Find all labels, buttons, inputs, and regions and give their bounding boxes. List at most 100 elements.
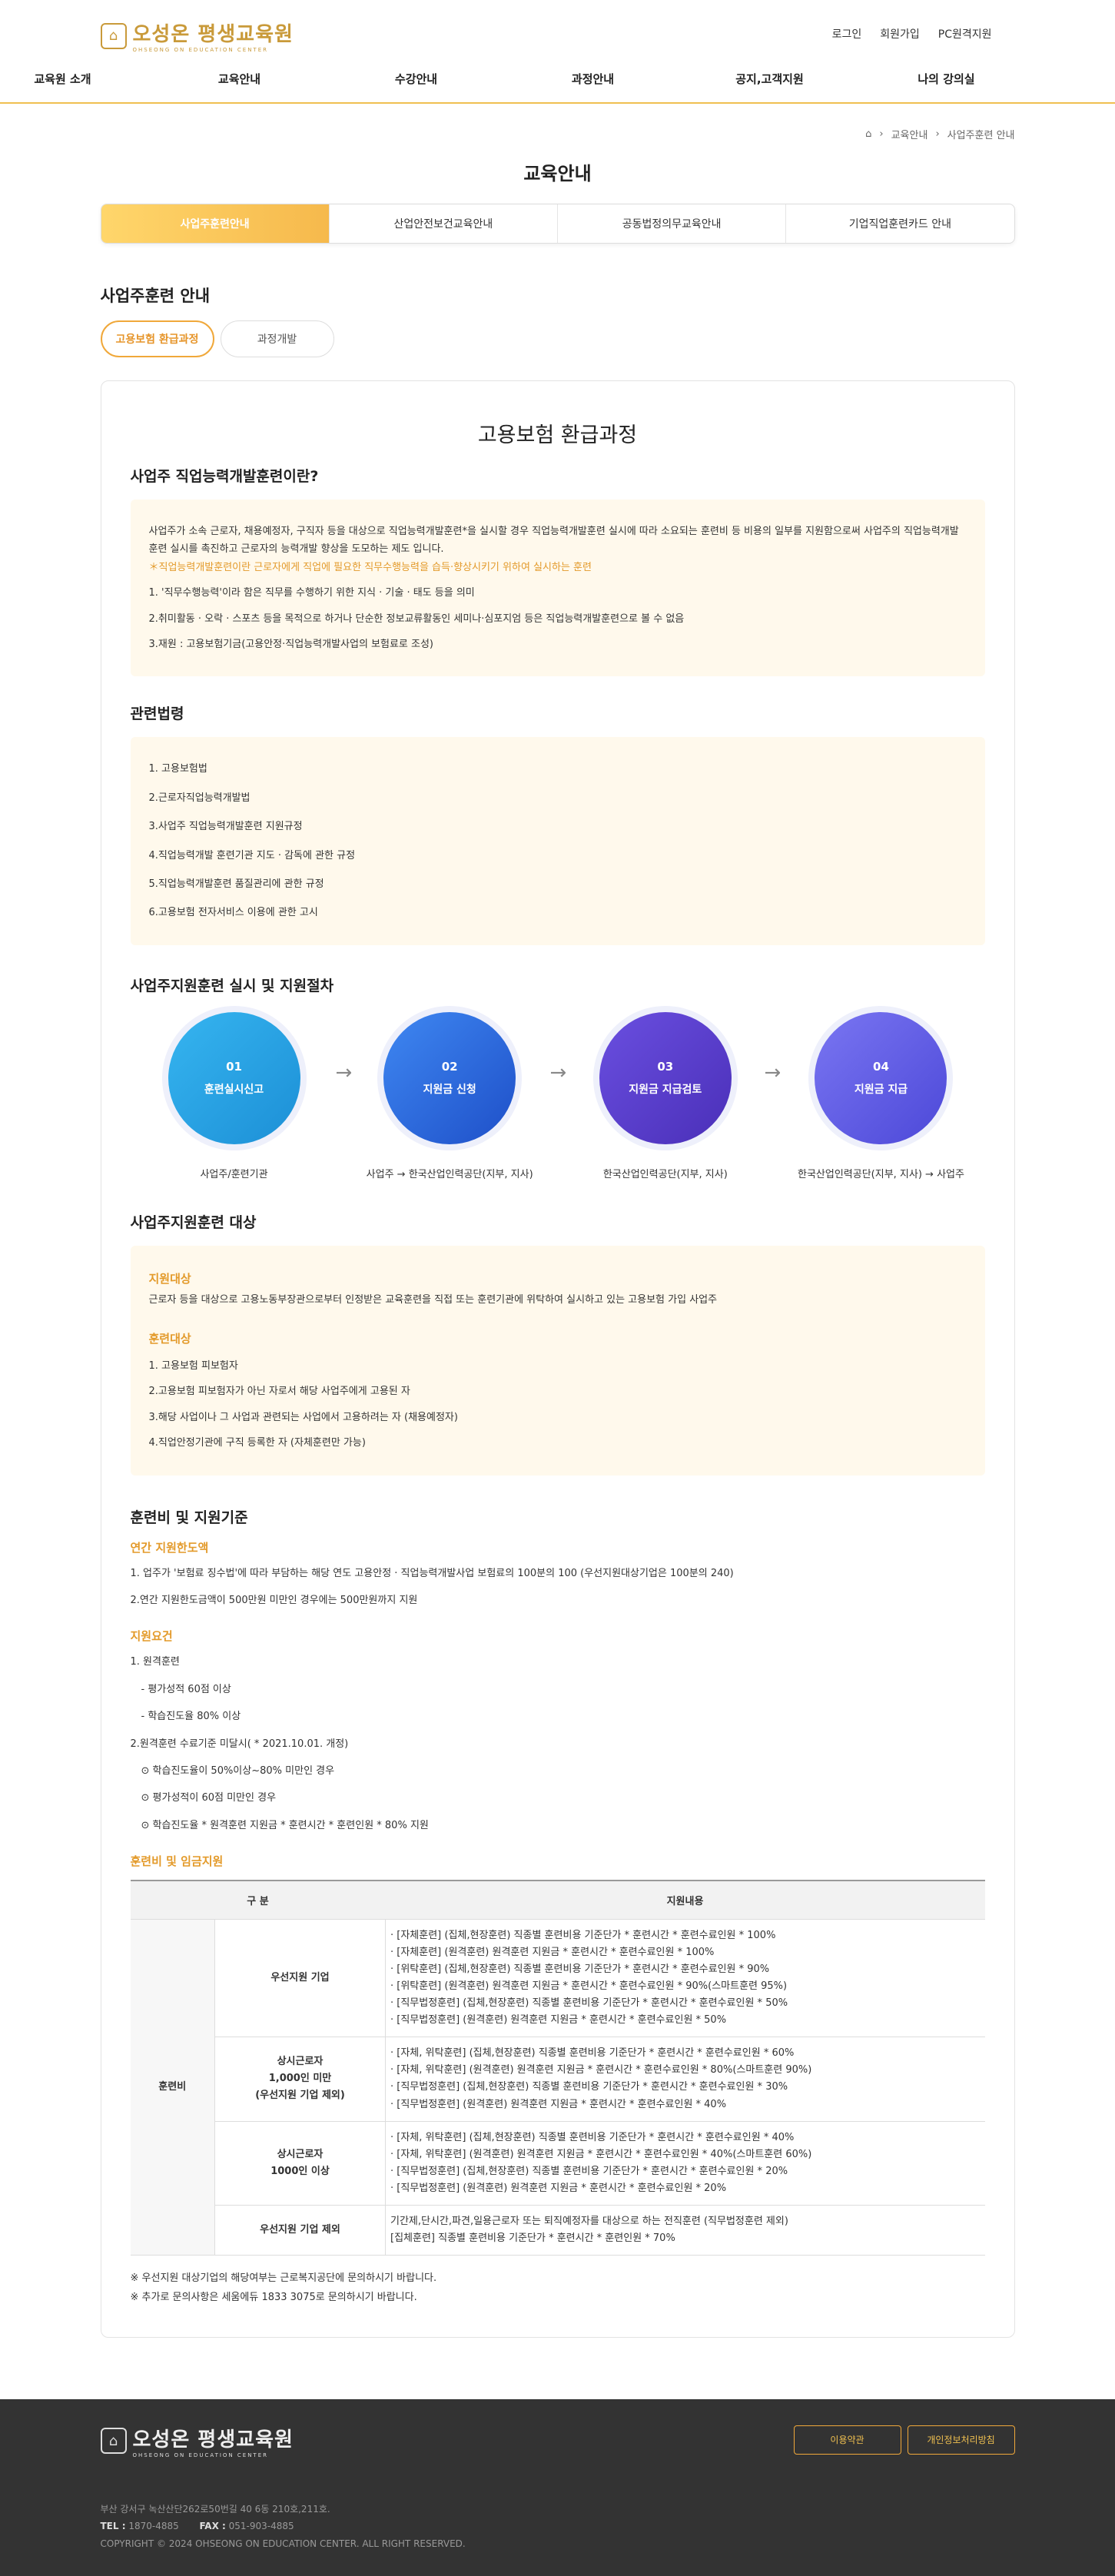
target-title: 사업주지원훈련 대상 <box>130 1213 257 1231</box>
table-group-cell: 훈련비 <box>130 1919 215 2256</box>
logo-emblem-icon: ⌂ <box>100 22 127 49</box>
arrow-right-icon: → <box>764 1061 781 1084</box>
remote-support-link[interactable]: PC원격지원 <box>938 26 992 41</box>
step-label: 지원금 지급 <box>854 1083 908 1096</box>
logo-main-text: 오성온 평생교육원 <box>132 23 294 46</box>
requirement-item: ⊙ 학습진도율이 50%이상~80% 미만인 경우 <box>141 1764 335 1777</box>
fax-label: FAX : <box>199 2521 226 2532</box>
requirement-item: ⊙ 학습진도율 * 원격훈련 지원금 * 훈련시간 * 훈련인원 * 80% 지… <box>141 1819 429 1831</box>
table-line: · [자체훈련] (원격훈련) 원격훈련 지원금 * 훈련시간 * 훈련수료인원… <box>390 1946 715 1958</box>
table-line: · [자체, 위탁훈련] (집체,현장훈련) 직종별 훈련비용 기준단가 * 훈… <box>390 2131 795 2143</box>
login-link[interactable]: 로그인 <box>832 26 862 41</box>
table-category-cell: 상시근로자 1000인 이상 <box>214 2121 386 2206</box>
arrow-right-icon: → <box>335 1061 353 1084</box>
nav-item-about[interactable]: 교육원 소개 <box>0 71 151 87</box>
law-item: 6.고용보험 전자서비스 이용에 관한 고시 <box>148 907 318 919</box>
table-line: · [위탁훈련] (원격훈련) 원격훈련 지원금 * 훈련시간 * 훈련수료인원… <box>390 1980 788 1992</box>
what-item: 3.재원 : 고용보험기금(고용안정·직업능력개발사업의 보험료로 조성) <box>148 638 434 650</box>
signup-link[interactable]: 회원가입 <box>880 26 920 41</box>
tab-mandatory-education[interactable]: 공동법정의무교육안내 <box>558 204 787 243</box>
table-content-cell: · [자체, 위탁훈련] (집체,현장훈련) 직종별 훈련비용 기준단가 * 훈… <box>385 2037 985 2122</box>
annual-limit-item: 2.연간 지원한도금액이 500만원 미만인 경우에는 500만원까지 지원 <box>130 1595 418 1607</box>
arrow-right-icon: → <box>549 1061 567 1084</box>
target-box: 지원대상 근로자 등을 대상으로 고용노동부장관으로부터 인정받은 교육훈련을 … <box>130 1245 985 1476</box>
table-header-row: 구 분 지원내용 <box>130 1880 985 1920</box>
what-text: 사업주가 소속 근로자, 채용예정자, 구직자 등을 대상으로 직업능력개발훈련… <box>148 526 959 556</box>
process-step: 01 훈련실시신고 사업주/훈련기관 <box>138 1011 330 1180</box>
nav-item-support[interactable]: 공지,고객지원 <box>682 71 858 87</box>
requirements-heading: 지원요건 <box>130 1629 173 1644</box>
main-nav: 교육원 소개 교육안내 수강안내 과정안내 공지,고객지원 나의 강의실 <box>0 71 1035 87</box>
table-line: · [위탁훈련] (집체,현장훈련) 직종별 훈련비용 기준단가 * 훈련시간 … <box>390 1963 770 1975</box>
subtab-refund-course[interactable]: 고용보험 환급과정 <box>100 320 214 357</box>
terms-button[interactable]: 이용약관 <box>793 2425 901 2455</box>
what-box: 사업주가 소속 근로자, 채용예정자, 구직자 등을 대상으로 직업능력개발훈련… <box>130 500 985 677</box>
annual-limit-item: 1. 업주가 '보험료 징수법'에 따라 부담하는 해당 연도 고용안정 · 직… <box>130 1567 734 1579</box>
fax-number: 051-903-4885 <box>228 2521 294 2532</box>
nav-item-courses[interactable]: 과정안내 <box>505 71 682 87</box>
note-item: ※ 추가로 문의사항은 세움에듀 1833 3075로 문의하시기 바랍니다. <box>130 2291 417 2303</box>
table-row: 상시근로자 1,000인 미만 (우선지원 기업 제외) · [자체, 위탁훈련… <box>131 2037 985 2122</box>
footer-address: 부산 강서구 녹산산단262로50번길 40 6동 210호,211호. <box>100 2503 330 2515</box>
step-desc: 사업주 → 한국산업인력공단(지부, 지사) <box>366 1168 533 1180</box>
privacy-policy-button[interactable]: 개인정보처리방침 <box>907 2425 1015 2455</box>
breadcrumb-item[interactable]: 교육안내 <box>891 127 928 141</box>
footer-logo[interactable]: ⌂ 오성온 평생교육원 OHSEONG ON EDUCATION CENTER <box>100 2424 294 2458</box>
requirement-item: 1. 원격훈련 <box>130 1656 180 1668</box>
step-number: 02 <box>441 1059 458 1074</box>
tel-label: TEL : <box>100 2521 126 2532</box>
site-header: ⌂ 오성온 평생교육원 OHSEONG ON EDUCATION CENTER … <box>0 0 1115 104</box>
table-notes: ※ 우선지원 대상기업의 해당여부는 근로복지공단에 문의하시기 바랍니다. ※… <box>131 2269 985 2307</box>
breadcrumb-item[interactable]: 사업주훈련 안내 <box>947 127 1015 141</box>
footer-logo-sub: OHSEONG ON EDUCATION CENTER <box>132 2452 268 2458</box>
step-number: 01 <box>226 1059 242 1074</box>
table-row: 상시근로자 1000인 이상 · [자체, 위탁훈련] (집체,현장훈련) 직종… <box>131 2121 985 2206</box>
table-content-cell: 기간제,단시간,파견,일용근로자 또는 퇴직예정자를 대상으로 하는 전직훈련 … <box>385 2205 985 2256</box>
table-line: · [직무법정훈련] (원격훈련) 원격훈련 지원금 * 훈련시간 * 훈련수료… <box>390 2014 727 2027</box>
law-item: 5.직업능력개발훈련 품질관리에 관한 규정 <box>148 878 324 890</box>
table-line: · [자체, 위탁훈련] (원격훈련) 원격훈련 지원금 * 훈련시간 * 훈련… <box>390 2064 812 2076</box>
tab-training-card[interactable]: 기업직업훈련카드 안내 <box>786 204 1014 243</box>
fees-title: 훈련비 및 지원기준 <box>130 1509 248 1526</box>
nav-item-enrollment[interactable]: 수강안내 <box>328 71 505 87</box>
table-line: 기간제,단시간,파견,일용근로자 또는 퇴직예정자를 대상으로 하는 전직훈련 … <box>390 2215 788 2227</box>
process-steps: 01 훈련실시신고 사업주/훈련기관 → 02 지원금 신청 사업주 → 한국산… <box>131 1011 985 1180</box>
nav-item-my-classroom[interactable]: 나의 강의실 <box>858 71 1035 87</box>
step-desc: 한국산업인력공단(지부, 지사) <box>602 1168 728 1180</box>
fees-content: 연간 지원한도액 1. 업주가 '보험료 징수법'에 따라 부담하는 해당 연도… <box>131 1538 985 1873</box>
step-circle: 04 지원금 지급 <box>815 1011 947 1144</box>
site-footer: ⌂ 오성온 평생교육원 OHSEONG ON EDUCATION CENTER … <box>0 2398 1115 2576</box>
step-number: 03 <box>657 1059 674 1074</box>
table-line: · [직무법정훈련] (집체,현장훈련) 직종별 훈련비용 기준단가 * 훈련시… <box>390 2165 788 2177</box>
table-header-category: 구 분 <box>130 1880 386 1920</box>
step-label: 훈련실시신고 <box>204 1083 264 1096</box>
home-icon[interactable]: ⌂ <box>865 128 871 140</box>
category-tabs: 사업주훈련안내 산업안전보건교육안내 공동법정의무교육안내 기업직업훈련카드 안… <box>100 204 1015 244</box>
table-line: · [직무법정훈련] (집체,현장훈련) 직종별 훈련비용 기준단가 * 훈련시… <box>390 2081 788 2093</box>
table-line: · [직무법정훈련] (원격훈련) 원격훈련 지원금 * 훈련시간 * 훈련수료… <box>390 2098 727 2110</box>
what-title: 사업주 직업능력개발훈련이란? <box>130 468 319 485</box>
training-target-item: 1. 고용보험 피보험자 <box>148 1360 238 1373</box>
table-line: [집체훈련] 직종별 훈련비용 기준단가 * 훈련시간 * 훈련인원 * 70% <box>390 2232 675 2245</box>
note-item: ※ 우선지원 대상기업의 해당여부는 근로복지공단에 문의하시기 바랍니다. <box>130 2272 437 2285</box>
nav-item-education[interactable]: 교육안내 <box>151 71 328 87</box>
process-step: 03 지원금 지급검토 한국산업인력공단(지부, 지사) <box>569 1011 762 1180</box>
laws-title: 관련법령 <box>130 705 184 723</box>
breadcrumb: ⌂ › 교육안내 › 사업주훈련 안내 <box>101 127 1015 141</box>
site-logo[interactable]: ⌂ 오성온 평생교육원 OHSEONG ON EDUCATION CENTER <box>100 18 294 53</box>
table-heading: 훈련비 및 임금지원 <box>130 1854 224 1869</box>
table-row: 우선지원 기업 제외 기간제,단시간,파견,일용근로자 또는 퇴직예정자를 대상… <box>131 2205 985 2256</box>
tab-safety-health[interactable]: 산업안전보건교육안내 <box>330 204 558 243</box>
table-category-cell: 우선지원 기업 <box>214 1919 386 2038</box>
training-target-item: 3.해당 사업이나 그 사업과 관련되는 사업에서 고용하려는 자 (채용예정자… <box>148 1411 458 1423</box>
table-line: · [자체, 위탁훈련] (집체,현장훈련) 직종별 훈련비용 기준단가 * 훈… <box>390 2047 795 2060</box>
requirement-item: - 학습진도율 80% 이상 <box>141 1711 241 1723</box>
step-number: 04 <box>873 1059 889 1074</box>
subtab-course-development[interactable]: 과정개발 <box>220 320 334 357</box>
footer-info: 부산 강서구 녹산산단262로50번길 40 6동 210호,211호. TEL… <box>101 2501 466 2553</box>
tel-number: 1870-4885 <box>128 2521 179 2532</box>
tab-employer-training[interactable]: 사업주훈련안내 <box>101 204 330 243</box>
content-card: 고용보험 환급과정 사업주 직업능력개발훈련이란? 사업주가 소속 근로자, 채… <box>100 380 1015 2338</box>
what-item: 2.취미활동 · 오락 · 스포츠 등을 목적으로 하거나 단순한 정보교류활동… <box>148 612 685 625</box>
step-circle: 02 지원금 신청 <box>383 1011 516 1144</box>
